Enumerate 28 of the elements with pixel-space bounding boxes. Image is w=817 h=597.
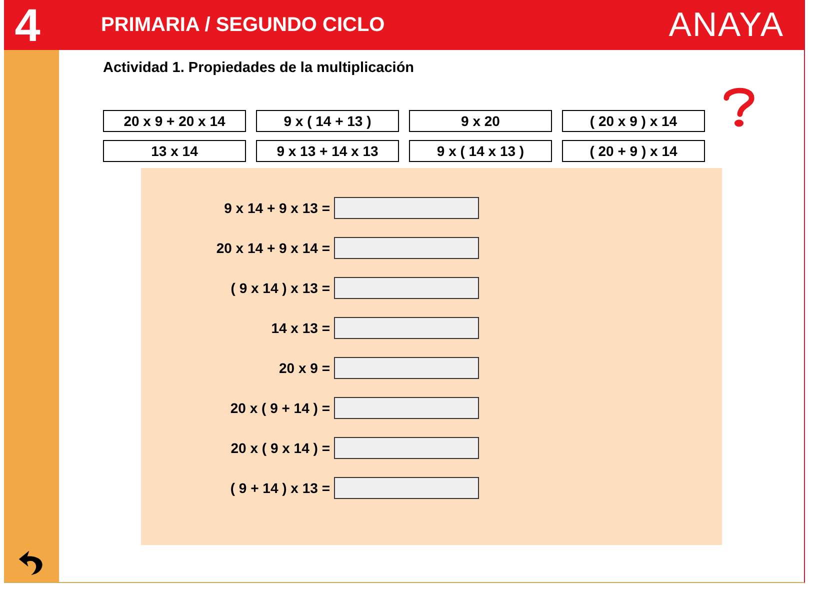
expression-label: ( 9 x 14 ) x 13 =: [230, 280, 331, 296]
unit-number: 4: [14, 0, 42, 50]
expression-tile[interactable]: 9 x 20: [409, 110, 552, 132]
expression-tile[interactable]: ( 20 + 9 ) x 14: [562, 140, 705, 162]
expression-label: 20 x 14 + 9 x 14 =: [215, 240, 331, 256]
course-title: PRIMARIA / SEGUNDO CICLO: [101, 14, 386, 36]
answer-field[interactable]: [334, 237, 479, 259]
answer-field[interactable]: [334, 197, 479, 219]
answer-field[interactable]: [334, 357, 479, 379]
answer-field[interactable]: [334, 397, 479, 419]
expression-label: 20 x ( 9 x 14 ) =: [230, 440, 331, 456]
expression-label: 20 x 9 =: [278, 360, 331, 376]
expression-label: 9 x 14 + 9 x 13 =: [223, 200, 331, 216]
publisher-logo: ANAYA: [668, 6, 784, 44]
answer-field[interactable]: [334, 277, 479, 299]
expression-tile[interactable]: 20 x 9 + 20 x 14: [103, 110, 246, 132]
expression-tile[interactable]: ( 20 x 9 ) x 14: [562, 110, 705, 132]
answer-field[interactable]: [334, 317, 479, 339]
activity-title: Actividad 1. Propiedades de la multiplicación: [103, 60, 416, 78]
expression-label: 20 x ( 9 + 14 ) =: [229, 400, 331, 416]
answer-field[interactable]: [334, 437, 479, 459]
expression-tile[interactable]: 13 x 14: [103, 140, 246, 162]
expression-tile[interactable]: 9 x 13 + 14 x 13: [256, 140, 399, 162]
answer-field[interactable]: [334, 477, 479, 499]
expression-label: 14 x 13 =: [270, 320, 331, 336]
expression-label: ( 9 + 14 ) x 13 =: [229, 480, 331, 496]
expression-tile[interactable]: 9 x ( 14 x 13 ): [409, 140, 552, 162]
expression-tile[interactable]: 9 x ( 14 + 13 ): [256, 110, 399, 132]
